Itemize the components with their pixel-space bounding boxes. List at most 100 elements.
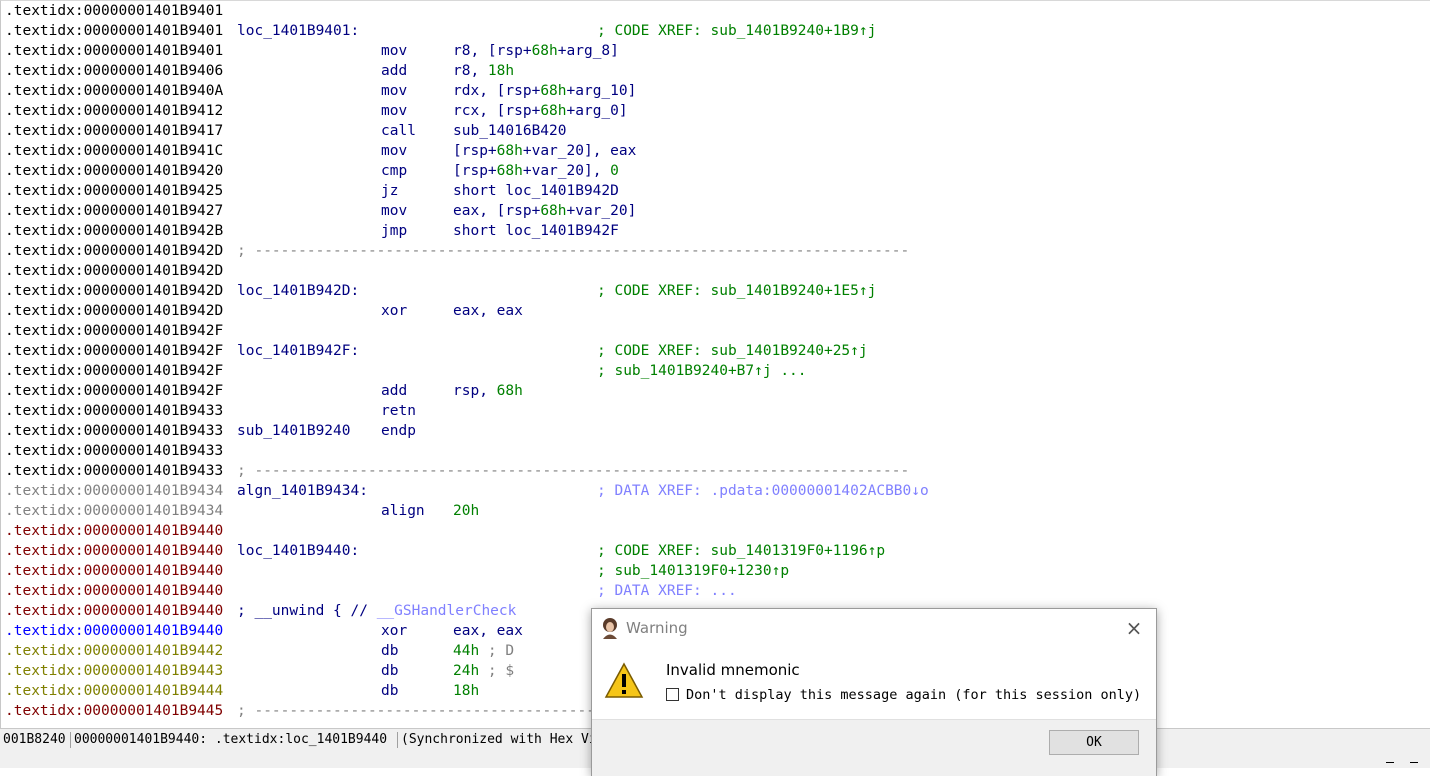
- mnemonic[interactable]: mov: [381, 81, 407, 101]
- listing-line[interactable]: .textidx:00000001401B9401 mov r8, [rsp+68h…: [1, 41, 1430, 61]
- listing-line[interactable]: .textidx:00000001401B9420 cmp [rsp+68h+var…: [1, 161, 1430, 181]
- line-address[interactable]: .textidx:00000001401B942F: [5, 341, 223, 361]
- dont-show-again-label[interactable]: Don't display this message again (for th…: [686, 687, 1141, 703]
- line-address[interactable]: .textidx:00000001401B9442: [5, 641, 223, 661]
- line-address[interactable]: .textidx:00000001401B942D: [5, 281, 223, 301]
- line-address[interactable]: .textidx:00000001401B9433: [5, 461, 223, 481]
- operands[interactable]: r8, 18h: [453, 61, 514, 81]
- mnemonic[interactable]: mov: [381, 41, 407, 61]
- line-address[interactable]: .textidx:00000001401B9433: [5, 401, 223, 421]
- line-address[interactable]: .textidx:00000001401B942B: [5, 221, 223, 241]
- listing-line[interactable]: .textidx:00000001401B9433 ; -------------…: [1, 461, 1430, 481]
- line-address[interactable]: .textidx:00000001401B940A: [5, 81, 223, 101]
- code-xref-comment[interactable]: ; CODE XREF: sub_1401B9240+1E5↑j: [597, 281, 876, 301]
- listing-line[interactable]: .textidx:00000001401B9434 algn_1401B9434:…: [1, 481, 1430, 501]
- line-address[interactable]: .textidx:00000001401B9433: [5, 421, 223, 441]
- listing-line[interactable]: .textidx:00000001401B9440 ; DATA XREF: ..…: [1, 581, 1430, 601]
- operands[interactable]: rdx, [rsp+68h+arg_10]: [453, 81, 636, 101]
- line-address[interactable]: .textidx:00000001401B9440: [5, 601, 223, 621]
- code-label[interactable]: loc_1401B942D:: [237, 281, 359, 301]
- operands[interactable]: eax, [rsp+68h+var_20]: [453, 201, 636, 221]
- listing-line[interactable]: .textidx:00000001401B9412 mov rcx, [rsp+68…: [1, 101, 1430, 121]
- mnemonic[interactable]: jmp: [381, 221, 407, 241]
- operands[interactable]: short loc_1401B942D: [453, 181, 619, 201]
- mnemonic[interactable]: db: [381, 661, 398, 681]
- line-address[interactable]: .textidx:00000001401B942D: [5, 261, 223, 281]
- listing-line[interactable]: .textidx:00000001401B9433 retn: [1, 401, 1430, 421]
- line-address[interactable]: .textidx:00000001401B942D: [5, 241, 223, 261]
- listing-line[interactable]: .textidx:00000001401B9401 loc_1401B9401:;…: [1, 21, 1430, 41]
- line-address[interactable]: .textidx:00000001401B9406: [5, 61, 223, 81]
- listing-line[interactable]: .textidx:00000001401B941C mov [rsp+68h+var…: [1, 141, 1430, 161]
- mnemonic[interactable]: cmp: [381, 161, 407, 181]
- mnemonic[interactable]: align: [381, 501, 425, 521]
- listing-line[interactable]: .textidx:00000001401B9440 ; sub_1401319F0…: [1, 561, 1430, 581]
- listing-line[interactable]: .textidx:00000001401B9417 call sub_14016B4…: [1, 121, 1430, 141]
- listing-line[interactable]: .textidx:00000001401B942F loc_1401B942F:;…: [1, 341, 1430, 361]
- code-xref-comment[interactable]: ; sub_1401B9240+B7↑j ...: [597, 361, 807, 381]
- mnemonic[interactable]: xor: [381, 621, 407, 641]
- operands[interactable]: 20h: [453, 501, 479, 521]
- line-address[interactable]: .textidx:00000001401B9440: [5, 581, 223, 601]
- operands[interactable]: 24h ; $: [453, 661, 514, 681]
- line-address[interactable]: .textidx:00000001401B942F: [5, 361, 223, 381]
- line-address[interactable]: .textidx:00000001401B9444: [5, 681, 223, 701]
- operands[interactable]: [rsp+68h+var_20], eax: [453, 141, 636, 161]
- line-address[interactable]: .textidx:00000001401B942D: [5, 301, 223, 321]
- mnemonic[interactable]: add: [381, 61, 407, 81]
- line-address[interactable]: .textidx:00000001401B9401: [5, 41, 223, 61]
- line-address[interactable]: .textidx:00000001401B941C: [5, 141, 223, 161]
- ok-button[interactable]: OK: [1049, 730, 1139, 755]
- code-label[interactable]: loc_1401B9401:: [237, 21, 359, 41]
- data-xref-comment[interactable]: ; DATA XREF: .pdata:00000001402ACBB0↓o: [597, 481, 929, 501]
- listing-line[interactable]: .textidx:00000001401B9406 add r8, 18h: [1, 61, 1430, 81]
- operands[interactable]: [rsp+68h+var_20], 0: [453, 161, 619, 181]
- line-address[interactable]: .textidx:00000001401B942F: [5, 381, 223, 401]
- mnemonic[interactable]: xor: [381, 301, 407, 321]
- listing-line[interactable]: .textidx:00000001401B9440: [1, 521, 1430, 541]
- data-xref-comment[interactable]: ; DATA XREF: ...: [597, 581, 737, 601]
- listing-line[interactable]: .textidx:00000001401B942F ; sub_1401B9240…: [1, 361, 1430, 381]
- operands[interactable]: rcx, [rsp+68h+arg_0]: [453, 101, 628, 121]
- operands[interactable]: rsp, 68h: [453, 381, 523, 401]
- mnemonic[interactable]: db: [381, 641, 398, 661]
- line-address[interactable]: .textidx:00000001401B9434: [5, 481, 223, 501]
- line-address[interactable]: .textidx:00000001401B9440: [5, 541, 223, 561]
- line-address[interactable]: .textidx:00000001401B9434: [5, 501, 223, 521]
- listing-line[interactable]: .textidx:00000001401B942D ; -------------…: [1, 241, 1430, 261]
- code-label[interactable]: sub_1401B9240: [237, 421, 351, 441]
- mnemonic[interactable]: call: [381, 121, 416, 141]
- mnemonic[interactable]: jz: [381, 181, 398, 201]
- listing-line[interactable]: .textidx:00000001401B9440 loc_1401B9440:;…: [1, 541, 1430, 561]
- code-xref-comment[interactable]: ; CODE XREF: sub_1401B9240+1B9↑j: [597, 21, 876, 41]
- listing-line[interactable]: .textidx:00000001401B9433 sub_1401B9240 en…: [1, 421, 1430, 441]
- line-address[interactable]: .textidx:00000001401B9440: [5, 561, 223, 581]
- operands[interactable]: eax, eax: [453, 621, 523, 641]
- line-address[interactable]: .textidx:00000001401B9425: [5, 181, 223, 201]
- line-address[interactable]: .textidx:00000001401B9412: [5, 101, 223, 121]
- line-address[interactable]: .textidx:00000001401B9433: [5, 441, 223, 461]
- mnemonic[interactable]: mov: [381, 101, 407, 121]
- listing-line[interactable]: .textidx:00000001401B942B jmp short loc_14…: [1, 221, 1430, 241]
- dont-show-again-checkbox[interactable]: [666, 688, 679, 701]
- operands[interactable]: eax, eax: [453, 301, 523, 321]
- mnemonic[interactable]: mov: [381, 141, 407, 161]
- listing-line[interactable]: .textidx:00000001401B9433: [1, 441, 1430, 461]
- line-address[interactable]: .textidx:00000001401B9401: [5, 21, 223, 41]
- listing-line[interactable]: .textidx:00000001401B9434 align 20h: [1, 501, 1430, 521]
- listing-line[interactable]: .textidx:00000001401B942D loc_1401B942D:;…: [1, 281, 1430, 301]
- line-address[interactable]: .textidx:00000001401B9443: [5, 661, 223, 681]
- listing-line[interactable]: .textidx:00000001401B940A mov rdx, [rsp+68…: [1, 81, 1430, 101]
- line-address[interactable]: .textidx:00000001401B9401: [5, 1, 223, 21]
- mnemonic[interactable]: endp: [381, 421, 416, 441]
- close-icon[interactable]: ×: [1120, 615, 1148, 641]
- operands[interactable]: 44h ; D: [453, 641, 514, 661]
- listing-line[interactable]: .textidx:00000001401B9401: [1, 1, 1430, 21]
- operands[interactable]: short loc_1401B942F: [453, 221, 619, 241]
- listing-line[interactable]: .textidx:00000001401B942F add rsp, 68h: [1, 381, 1430, 401]
- line-address[interactable]: .textidx:00000001401B9440: [5, 621, 223, 641]
- dialog-titlebar[interactable]: Warning ×: [592, 609, 1156, 647]
- code-label[interactable]: algn_1401B9434:: [237, 481, 368, 501]
- listing-line[interactable]: .textidx:00000001401B942D: [1, 261, 1430, 281]
- mnemonic[interactable]: retn: [381, 401, 416, 421]
